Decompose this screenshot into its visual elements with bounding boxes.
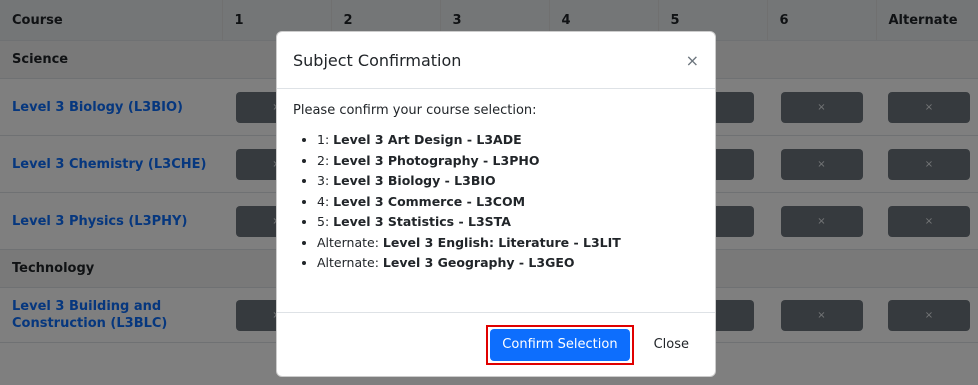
modal-footer: Confirm Selection Close: [277, 312, 715, 376]
item-prefix: 1:: [317, 132, 334, 147]
item-value: Level 3 Commerce - L3COM: [333, 193, 526, 209]
item-value: Level 3 Statistics - L3STA: [333, 214, 511, 229]
item-value: Level 3 Photography - L3PHO: [333, 152, 540, 168]
item-value: Level 3 Biology - L3BIO: [333, 173, 496, 188]
item-prefix: Alternate:: [317, 255, 383, 270]
list-item: 3: Level 3 Biology - L3BIO: [317, 171, 699, 192]
close-icon[interactable]: ×: [686, 51, 699, 70]
list-item: Alternate: Level 3 Geography - L3GEO: [317, 253, 699, 274]
modal-body: Please confirm your course selection: 1:…: [277, 89, 715, 312]
modal-title: Subject Confirmation: [293, 50, 462, 70]
close-button[interactable]: Close: [648, 336, 695, 353]
list-item: 1: Level 3 Art Design - L3ADE: [317, 130, 699, 151]
item-value: Level 3 Art Design - L3ADE: [333, 132, 522, 147]
item-prefix: 2:: [317, 152, 334, 168]
selection-list: 1: Level 3 Art Design - L3ADE 2: Level 3…: [293, 130, 699, 274]
list-item: 4: Level 3 Commerce - L3COM: [317, 192, 699, 213]
modal-intro: Please confirm your course selection:: [293, 103, 537, 118]
confirm-selection-button[interactable]: Confirm Selection: [490, 328, 630, 361]
list-item: 5: Level 3 Statistics - L3STA: [317, 212, 699, 233]
item-prefix: Alternate:: [317, 234, 383, 250]
list-item: 2: Level 3 Photography - L3PHO: [317, 151, 699, 172]
item-prefix: 3:: [317, 173, 334, 188]
modal-header: Subject Confirmation ×: [277, 32, 715, 89]
item-prefix: 4:: [317, 193, 334, 209]
item-prefix: 5:: [317, 214, 334, 229]
subject-confirmation-modal: Subject Confirmation × Please confirm yo…: [276, 31, 716, 377]
list-item: Alternate: Level 3 English: Literature -…: [317, 233, 699, 254]
confirm-highlight: Confirm Selection: [486, 324, 634, 365]
item-value: Level 3 Geography - L3GEO: [382, 255, 575, 270]
item-value: Level 3 English: Literature - L3LIT: [382, 234, 621, 250]
